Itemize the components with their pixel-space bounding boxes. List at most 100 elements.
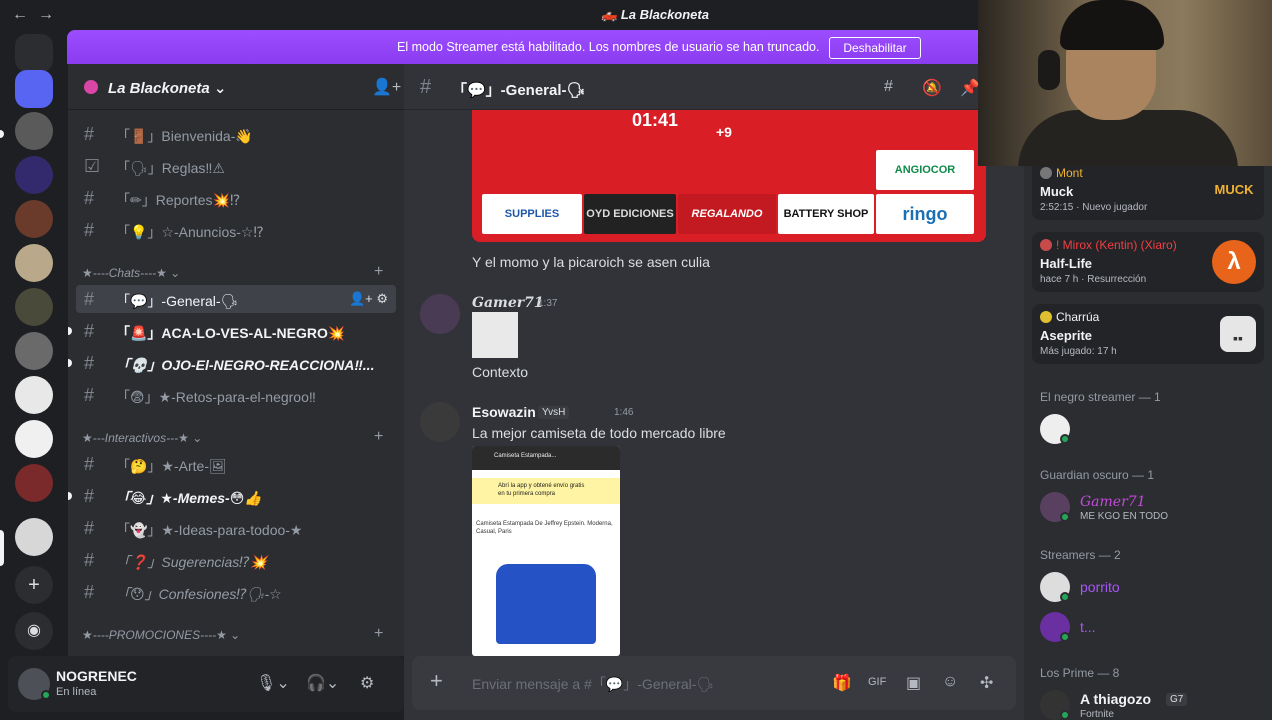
apps-icon[interactable]: ✣ [980,673,993,693]
attachment-image[interactable] [472,312,518,358]
sticker-icon[interactable]: ▣ [906,673,921,693]
member-name[interactable]: porrito [1080,579,1120,595]
activity-user: ! Mirox (Kentin) (Xiaro) [1056,238,1177,252]
channel-sidebar: La Blackoneta ⌄ 👤+ # 「🚪」Bienvenida-👋 ☑ 「🗣」… [68,64,404,656]
avatar[interactable] [1040,612,1070,642]
member-name[interactable]: Gamer71 [1080,494,1146,510]
channel-header: # 「💬」-General-🗣 # 🔕 📌 [404,64,1024,110]
emoji-icon[interactable]: ☺ [942,673,958,691]
server-icon[interactable] [15,156,53,194]
attachment-screenshot[interactable]: Camiseta Estampada... Abrí la app y obte… [472,446,620,656]
hash-icon: # [84,220,95,240]
activity-card[interactable]: ! Mirox (Kentin) (Xiaro) Half-Life hace … [1032,232,1264,292]
avatar[interactable] [1040,414,1070,444]
channel-item[interactable]: # 「💀」OJO-El-NEGRO-REACCIONA‼... [68,349,396,377]
hash-icon: # [84,124,95,144]
channel-item[interactable]: # 「🚨」ACA-LO-VES-AL-NEGRO💥 [68,317,396,345]
threads-icon[interactable]: # [884,78,893,96]
attachment-image-banner[interactable]: 01:41 +9 SUPPLIES MEDICAL OYD EDICIONES … [472,110,986,242]
channel-item[interactable]: # 「🚪」Bienvenida-👋 [76,120,396,148]
sponsor-logo: REGALANDO PASIÓN [678,194,776,234]
shirt-image [496,564,596,644]
server-icon[interactable] [15,288,53,326]
message-author[interactable]: Gamer71 [472,295,544,311]
disable-streamer-button[interactable]: Deshabilitar [829,37,921,59]
channel-item[interactable]: # 「🤔」★-Arte-🖼 [76,450,396,478]
server-header[interactable]: La Blackoneta ⌄ 👤+ [68,64,404,110]
add-server-icon[interactable]: + [15,566,53,604]
channel-item[interactable]: # 「💡」☆-Anuncios-☆⁉ [76,216,396,244]
avatar [1040,239,1052,251]
streamer-mode-banner: El modo Streamer está habilitado. Los no… [67,30,978,64]
invite-icon[interactable]: 👤+ [372,77,401,97]
add-channel-icon[interactable]: + [374,625,383,643]
channel-item[interactable]: # 「❓」Sugerencias⁉💥 [76,546,396,574]
server-rail: + ◉ [0,30,68,720]
mute-bell-icon[interactable]: 🔕 [922,78,942,98]
hash-icon: # [420,76,432,98]
server-icon[interactable] [15,200,53,238]
hash-icon: # [84,289,95,309]
activity-game: Half-Life [1040,256,1092,271]
server-unread-pip [0,130,4,138]
sponsor-logo: SUPPLIES MEDICAL [482,194,582,234]
channel-settings-icons[interactable]: 👤+ ⚙ [349,291,388,307]
username[interactable]: NOGRENEC [56,668,137,684]
channel-item[interactable]: # 「👻」★-Ideas-para-todoo-★ [76,514,396,542]
server-tag: G7 [1166,693,1188,706]
activity-meta: hace 7 h · Resurrección [1040,274,1147,285]
server-icon-la-blackoneta[interactable] [15,518,53,556]
server-icon[interactable] [15,112,53,150]
composer-input[interactable]: Enviar mensaje a #「💬」-General-🗣 [472,674,714,694]
server-icon[interactable] [15,464,53,502]
avatar[interactable] [1040,572,1070,602]
server-icon[interactable] [15,420,53,458]
hash-icon: # [84,454,95,474]
server-icon[interactable] [15,376,53,414]
message-text: Contexto [472,364,529,380]
category-promociones[interactable]: ★----PROMOCIONES----★ ⌄ + [82,625,383,642]
channel-item[interactable]: # 「😂」★-Memes-😳👍 [68,482,396,510]
settings-gear-icon[interactable]: ⚙ [360,673,374,693]
channel-item[interactable]: # 「✏」Reportes💥⁉ [76,184,396,212]
home-icon[interactable] [15,34,53,72]
message-composer[interactable]: + Enviar mensaje a #「💬」-General-🗣 🎁 GIF … [412,656,1016,710]
activity-card[interactable]: Mont Muck 2:52:15 · Nuevo jugador MUCK [1032,160,1264,220]
avatar[interactable] [420,402,460,442]
headphones-icon[interactable]: 🎧⌄ [306,673,339,693]
add-channel-icon[interactable]: + [374,263,383,281]
dm-icon[interactable] [15,70,53,108]
member-status: ME KGO EN TODO [1080,511,1168,522]
server-icon[interactable] [15,332,53,370]
channel-item-general[interactable]: # 「💬」-General-🗣 👤+ ⚙ [76,285,396,313]
message-timestamp: 1:37 [538,298,558,309]
member-name[interactable]: t... [1080,619,1096,635]
avatar[interactable] [1040,690,1070,720]
member-group-header: Guardian oscuro — 1 [1040,468,1155,482]
user-status: En línea [56,686,97,698]
channel-item[interactable]: # 「😨」★-Retos-para-el-negroo‼ [76,381,396,409]
avatar[interactable] [420,294,460,334]
avatar[interactable] [1040,492,1070,522]
game-logo-icon: λ [1212,240,1256,284]
sponsor-logo: ringo [876,194,974,234]
message-author[interactable]: Esowazin [472,404,536,420]
gif-icon[interactable]: GIF [868,676,886,688]
rules-icon: ☑ [84,156,101,176]
member-name[interactable]: A thiagozo [1080,691,1151,707]
attach-plus-icon[interactable]: + [430,668,443,694]
pin-icon[interactable]: 📌 [960,78,980,98]
add-channel-icon[interactable]: + [374,428,383,446]
microphone-icon[interactable]: 🎙⌄ [256,673,290,693]
category-chats[interactable]: ★----Chats----★ ⌄ + [82,263,383,280]
sponsor-logo: OYD EDICIONES [584,194,676,234]
gift-icon[interactable]: 🎁 [832,673,852,693]
channel-item[interactable]: # 「😯」Confesiones⁉🗣-☆ [76,578,396,606]
activity-card[interactable]: Charrúa Aseprite Más jugado: 17 h ▪▪ [1032,304,1264,364]
avatar [1040,311,1052,323]
category-interactivos[interactable]: ★---Interactivos---★ ⌄ + [82,428,383,445]
server-icon[interactable] [15,244,53,282]
channel-item[interactable]: ☑ 「🗣」Reglas‼⚠ [76,152,396,180]
activity-meta: 2:52:15 · Nuevo jugador [1040,202,1148,213]
discover-icon[interactable]: ◉ [15,612,53,650]
